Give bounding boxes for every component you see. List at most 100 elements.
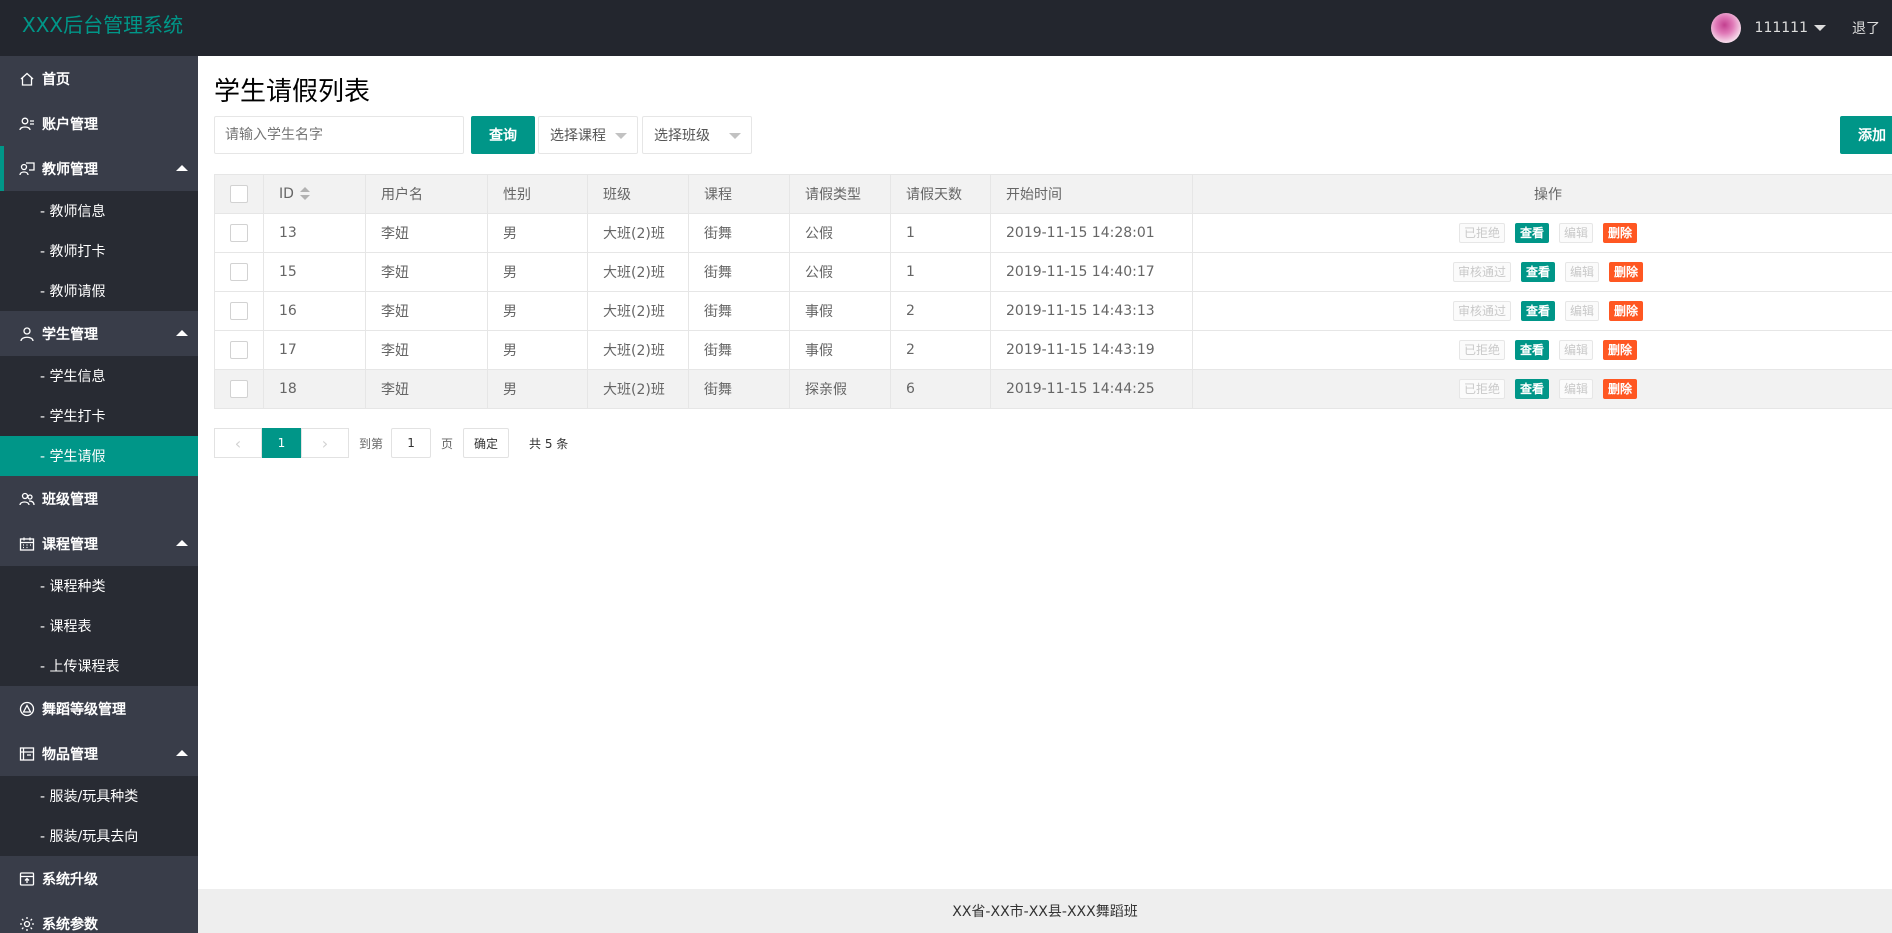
course-select[interactable]: 选择课程 (538, 116, 638, 154)
view-button[interactable]: 查看 (1514, 223, 1549, 243)
select-all-checkbox[interactable] (230, 185, 248, 203)
sidebar-sub-upload-schedule[interactable]: - 上传课程表 (0, 646, 198, 686)
goods-icon (18, 745, 36, 763)
main-content: 学生请假列表 查询 选择课程 选择班级 添加 ID 用户名 性别 班级 课程 请… (198, 56, 1892, 889)
table-row: 15 李妞男大班(2)班 街舞 公假 1 2019-11-15 14:40:17 审核通过查… (214, 252, 1892, 292)
row-select-cell (214, 291, 264, 331)
sidebar-item-accounts[interactable]: 账户管理 (0, 101, 198, 146)
app-logo[interactable]: XXX后台管理系统 (22, 12, 183, 38)
column-header-start-time: 开始时间 (990, 174, 1193, 214)
avatar[interactable] (1710, 13, 1741, 43)
edit-button[interactable]: 编辑 (1559, 379, 1594, 399)
sidebar-sub-goods-destination[interactable]: - 服装/玩具去向 (0, 816, 198, 856)
edit-button[interactable]: 编辑 (1559, 340, 1594, 360)
page-number-input[interactable]: 1 (391, 428, 432, 458)
cell-leave-days: 1 (890, 252, 991, 292)
sidebar-item-courses[interactable]: 课程管理 (0, 521, 198, 566)
sidebar-item-label: 舞蹈等级管理 (42, 701, 126, 718)
edit-button[interactable]: 编辑 (1559, 223, 1594, 243)
cell-leave-days: 2 (890, 291, 991, 331)
row-checkbox[interactable] (230, 302, 248, 320)
row-checkbox[interactable] (230, 380, 248, 398)
table-header-row: ID 用户名 性别 班级 课程 请假类型 请假天数 开始时间 操作 (214, 174, 1892, 214)
cell-username: 李妞 (365, 291, 488, 331)
sidebar-item-label: 课程管理 (42, 536, 98, 553)
cell-actions: 已拒绝 查看 编辑 删除 (1192, 369, 1892, 409)
cell-leave-type: 公假 (789, 252, 891, 292)
sidebar-item-classes[interactable]: 班级管理 (0, 476, 198, 521)
sidebar-item-goods[interactable]: 物品管理 (0, 731, 198, 776)
sidebar-sub-teacher-leave[interactable]: - 教师请假 (0, 271, 198, 311)
cell-username: 李妞 (365, 252, 488, 292)
students-submenu: - 学生信息 - 学生打卡 - 学生请假 (0, 356, 198, 476)
add-button[interactable]: 添加 (1840, 116, 1892, 154)
header-user-area: 111111 退了 (1710, 0, 1892, 56)
edit-button[interactable]: 编辑 (1565, 301, 1600, 321)
next-page-button[interactable]: › (301, 428, 349, 458)
view-button[interactable]: 查看 (1514, 379, 1549, 399)
status-badge: 已拒绝 (1458, 223, 1505, 243)
cell-id: 15 (263, 252, 366, 292)
page-confirm-button[interactable]: 确定 (463, 428, 510, 458)
sidebar-item-upgrade[interactable]: 系统升级 (0, 856, 198, 901)
sidebar-sub-student-info[interactable]: - 学生信息 (0, 356, 198, 396)
sidebar-item-students[interactable]: 学生管理 (0, 311, 198, 356)
table-body: 13 李妞男大班(2)班 街舞 公假 1 2019-11-15 14:28:01 已拒绝 查看… (214, 213, 1892, 409)
teachers-submenu: - 教师信息 - 教师打卡 - 教师请假 (0, 191, 198, 311)
view-button[interactable]: 查看 (1520, 301, 1555, 321)
search-input[interactable] (214, 116, 464, 154)
row-checkbox[interactable] (230, 224, 248, 242)
delete-button[interactable]: 删除 (1609, 301, 1644, 321)
column-header-id[interactable]: ID (263, 174, 366, 214)
class-icon (18, 490, 36, 508)
sidebar-item-settings[interactable]: 系统参数 (0, 901, 198, 933)
cell-actions: 审核通过 查看 编辑 删除 (1192, 291, 1892, 331)
chevron-down-icon (729, 133, 741, 139)
table-row: 18 李妞男大班(2)班 街舞 探亲假 6 2019-11-15 14:44:25 已拒绝查… (214, 369, 1892, 409)
sidebar-sub-student-leave[interactable]: - 学生请假 (0, 436, 198, 476)
table-row: 16 李妞男大班(2)班 街舞 事假 2 2019-11-15 14:43:13 审核通过查… (214, 291, 1892, 331)
cell-actions: 已拒绝 查看 编辑 删除 (1192, 213, 1892, 253)
page-1-button[interactable]: 1 (262, 428, 301, 458)
cell-leave-type: 探亲假 (789, 369, 891, 409)
sidebar-sub-course-types[interactable]: - 课程种类 (0, 566, 198, 606)
cell-start-time: 2019-11-15 14:44:25 (990, 369, 1193, 409)
delete-button[interactable]: 删除 (1603, 223, 1638, 243)
table-row: 13 李妞男大班(2)班 街舞 公假 1 2019-11-15 14:28:01 已拒绝 查看… (214, 213, 1892, 253)
chevron-down-icon (615, 133, 627, 139)
status-badge: 已拒绝 (1458, 379, 1505, 399)
user-menu[interactable]: 111111 (1755, 20, 1826, 36)
delete-button[interactable]: 删除 (1603, 379, 1638, 399)
delete-button[interactable]: 删除 (1609, 262, 1644, 282)
row-checkbox[interactable] (230, 341, 248, 359)
column-header-actions: 操作 (1192, 174, 1892, 214)
class-select[interactable]: 选择班级 (642, 116, 752, 154)
sort-icon[interactable] (299, 187, 310, 201)
view-button[interactable]: 查看 (1514, 340, 1549, 360)
sidebar-item-label: 首页 (42, 71, 70, 88)
top-header: XXX后台管理系统 111111 退了 (0, 0, 1892, 56)
row-checkbox[interactable] (230, 263, 248, 281)
cell-gender: 男 (487, 330, 588, 370)
sidebar-item-dance-levels[interactable]: 舞蹈等级管理 (0, 686, 198, 731)
cell-start-time: 2019-11-15 14:28:01 (990, 213, 1193, 253)
sidebar-item-teachers[interactable]: 教师管理 (0, 146, 198, 191)
calendar-icon (18, 535, 36, 553)
chevron-right-icon: › (321, 433, 329, 453)
user-list-icon (18, 115, 36, 133)
query-button[interactable]: 查询 (471, 116, 535, 154)
sidebar-sub-course-schedule[interactable]: - 课程表 (0, 606, 198, 646)
sidebar-sub-student-checkin[interactable]: - 学生打卡 (0, 396, 198, 436)
sidebar-sub-teacher-info[interactable]: - 教师信息 (0, 191, 198, 231)
delete-button[interactable]: 删除 (1603, 340, 1638, 360)
sidebar-item-home[interactable]: 首页 (0, 56, 198, 101)
sidebar-sub-teacher-checkin[interactable]: - 教师打卡 (0, 231, 198, 271)
cell-start-time: 2019-11-15 14:43:19 (990, 330, 1193, 370)
logout-link[interactable]: 退了 (1852, 18, 1880, 38)
cell-actions: 已拒绝 查看 编辑 删除 (1192, 330, 1892, 370)
sidebar-sub-goods-types[interactable]: - 服装/玩具种类 (0, 776, 198, 816)
sidebar-item-label: 班级管理 (42, 491, 98, 508)
edit-button[interactable]: 编辑 (1565, 262, 1600, 282)
prev-page-button[interactable]: ‹ (214, 428, 262, 458)
view-button[interactable]: 查看 (1520, 262, 1555, 282)
